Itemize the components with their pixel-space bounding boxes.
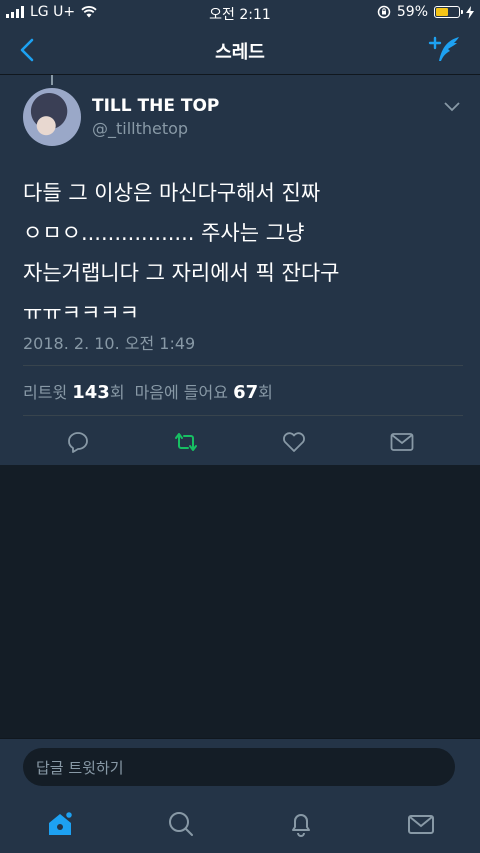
- status-bar: LG U+ 오전 2:11 59%: [0, 0, 480, 26]
- like-icon[interactable]: [281, 430, 307, 454]
- retweet-unit: 회: [109, 383, 125, 402]
- author-handle[interactable]: @_tillthetop: [92, 119, 188, 138]
- retweet-count: 143: [72, 382, 110, 403]
- dm-icon[interactable]: [389, 430, 415, 454]
- tweet-line: 자는거랩니다 그 자리에서 픽 잔다구: [23, 261, 340, 285]
- like-count: 67: [233, 382, 259, 403]
- tweet-actions: [0, 420, 480, 460]
- notifications-icon[interactable]: [286, 809, 316, 839]
- tweet-line: ㅇㅁㅇ................. 주사는 그냥: [23, 221, 305, 245]
- thread-connector-line: [51, 75, 53, 85]
- page-title: 스레드: [215, 42, 265, 63]
- reply-input[interactable]: 답글 트윗하기: [23, 748, 455, 786]
- retweet-icon[interactable]: [173, 430, 199, 454]
- reply-icon[interactable]: [65, 430, 91, 454]
- divider: [23, 365, 463, 366]
- tweet-line: ㅠㅠㅋㅋㅋㅋ: [23, 301, 139, 325]
- reply-bar: 답글 트윗하기: [0, 738, 480, 796]
- compose-tweet-icon[interactable]: [428, 34, 462, 64]
- avatar[interactable]: [23, 88, 81, 146]
- search-icon[interactable]: [166, 809, 196, 839]
- tweet-text: 다들 그 이상은 마신다구해서 진짜 ㅇㅁㅇ................. …: [23, 173, 463, 333]
- like-label: 마음에 들어요: [134, 383, 234, 402]
- chevron-down-icon[interactable]: [444, 100, 460, 112]
- battery-icon: [434, 6, 463, 18]
- home-icon[interactable]: [45, 809, 75, 839]
- tweet-stats: 리트윗 143회 마음에 들어요 67회: [23, 379, 273, 403]
- tweet-timestamp: 2018. 2. 10. 오전 1:49: [23, 334, 196, 353]
- orientation-lock-icon: [377, 5, 391, 19]
- like-count-link[interactable]: 마음에 들어요 67회: [135, 379, 273, 403]
- author-name[interactable]: TILL THE TOP: [92, 96, 219, 116]
- divider: [23, 415, 463, 416]
- like-unit: 회: [258, 383, 273, 402]
- retweet-label: 리트윗: [23, 383, 73, 402]
- charging-icon: [466, 5, 474, 19]
- nav-bar: 스레드: [0, 26, 480, 75]
- tweet-line: 다들 그 이상은 마신다구해서 진짜: [23, 181, 321, 205]
- status-right: 59%: [377, 4, 474, 20]
- messages-icon[interactable]: [406, 809, 436, 839]
- tab-bar: [0, 795, 480, 853]
- battery-percent: 59%: [396, 4, 428, 20]
- tweet-card[interactable]: TILL THE TOP @_tillthetop 다들 그 이상은 마신다구해…: [0, 75, 480, 465]
- retweet-count-link[interactable]: 리트윗 143회: [23, 379, 125, 403]
